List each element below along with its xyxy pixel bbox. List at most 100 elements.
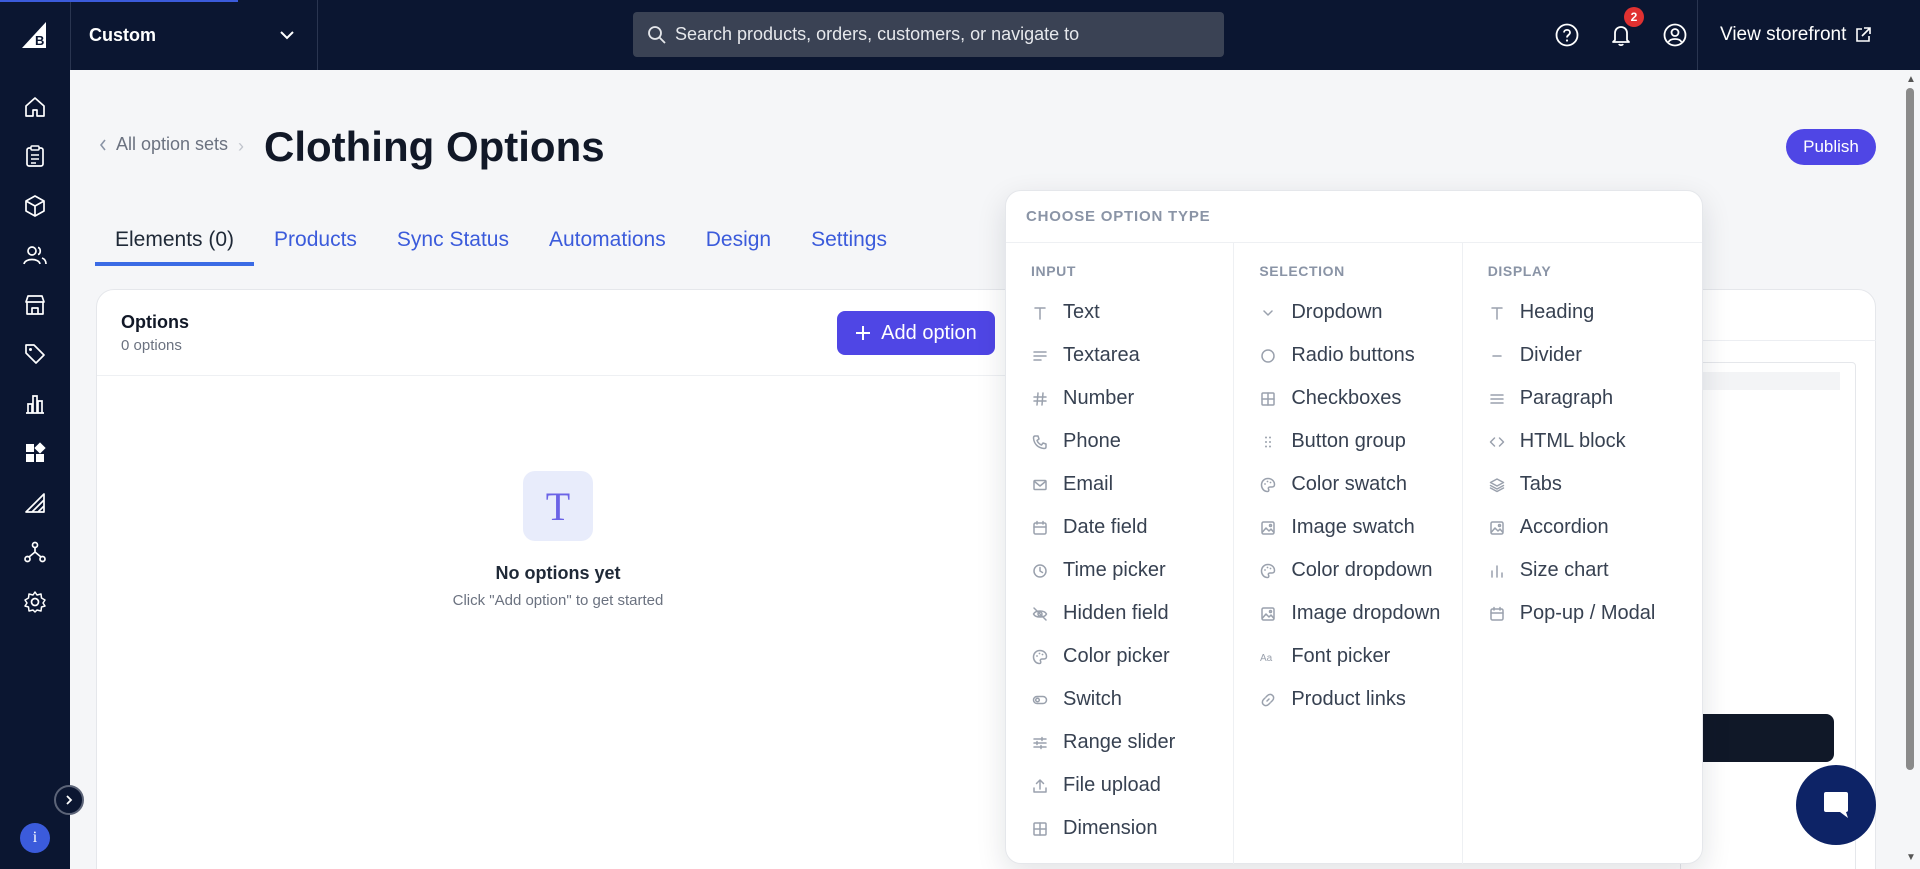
option-type-phone[interactable]: Phone — [1006, 420, 1233, 463]
tab-sync-status[interactable]: Sync Status — [377, 222, 529, 264]
option-type-dimension[interactable]: Dimension — [1006, 807, 1233, 850]
popover-columns: INPUT Text Textarea Number Phone Email Date fi… — [1006, 243, 1702, 864]
option-type-pop-up-modal[interactable]: Pop-up / Modal — [1463, 592, 1702, 635]
option-type-textarea[interactable]: Textarea — [1006, 334, 1233, 377]
search-icon — [647, 25, 667, 45]
option-type-html-block[interactable]: HTML block — [1463, 420, 1702, 463]
scroll-up-arrow-icon[interactable]: ▲ — [1906, 74, 1916, 85]
hash-icon — [1031, 390, 1049, 408]
empty-state-title: No options yet — [495, 563, 621, 583]
sidebar-item-home[interactable] — [0, 82, 70, 132]
option-type-button-group[interactable]: Button group — [1234, 420, 1461, 463]
option-type-label: Dropdown — [1291, 301, 1383, 323]
option-type-image-dropdown[interactable]: Image dropdown — [1234, 592, 1461, 635]
view-storefront-label: View storefront — [1720, 24, 1847, 45]
sidebar-item-apps[interactable] — [0, 429, 70, 479]
textarea-icon — [1031, 347, 1049, 365]
search-input[interactable] — [675, 24, 1195, 45]
publish-button[interactable]: Publish — [1786, 129, 1876, 165]
option-type-accordion[interactable]: Accordion — [1463, 506, 1702, 549]
option-type-time-picker[interactable]: Time picker — [1006, 549, 1233, 592]
breadcrumb[interactable]: All option sets — [98, 134, 228, 155]
sidebar-item-orders[interactable] — [0, 132, 70, 182]
chat-bubble-icon — [1824, 792, 1848, 818]
chat-launcher-button[interactable] — [1796, 765, 1876, 845]
tab-automations[interactable]: Automations — [529, 222, 686, 264]
store-switcher[interactable]: Custom — [70, 0, 318, 70]
option-type-label: Font picker — [1291, 645, 1391, 667]
account-icon[interactable] — [1648, 0, 1702, 70]
option-type-radio-buttons[interactable]: Radio buttons — [1234, 334, 1461, 377]
notification-badge: 2 — [1624, 7, 1644, 27]
option-type-date-field[interactable]: Date field — [1006, 506, 1233, 549]
option-type-file-upload[interactable]: File upload — [1006, 764, 1233, 807]
option-type-product-links[interactable]: Product links — [1234, 678, 1461, 721]
option-type-hidden-field[interactable]: Hidden field — [1006, 592, 1233, 635]
plus-icon — [856, 326, 871, 340]
option-type-image-swatch[interactable]: Image swatch — [1234, 506, 1461, 549]
tab-settings[interactable]: Settings — [791, 222, 907, 264]
options-title: Options — [121, 312, 189, 332]
palette-icon — [1259, 476, 1277, 494]
option-column-selection: SELECTION Dropdown Radio buttons Checkboxes… — [1234, 243, 1463, 864]
option-type-tabs[interactable]: Tabs — [1463, 463, 1702, 506]
page-title: Clothing Options — [264, 123, 605, 170]
option-type-label: File upload — [1063, 774, 1161, 796]
option-column-input: INPUT Text Textarea Number Phone Email Date fi… — [1006, 243, 1235, 864]
bell-icon[interactable]: 2 — [1594, 0, 1648, 70]
global-search[interactable] — [633, 12, 1224, 57]
option-type-color-swatch[interactable]: Color swatch — [1234, 463, 1461, 506]
external-link-icon — [1854, 26, 1872, 44]
option-type-text[interactable]: Text — [1006, 291, 1233, 334]
sidebar-item-storefront[interactable] — [0, 280, 70, 330]
sidebar-item-customers[interactable] — [0, 231, 70, 281]
option-type-label: Dimension — [1063, 817, 1158, 839]
option-type-dropdown[interactable]: Dropdown — [1234, 291, 1461, 334]
option-type-label: Range slider — [1063, 731, 1176, 753]
tab-design[interactable]: Design — [686, 222, 791, 264]
bigcommerce-logo[interactable]: B — [0, 0, 70, 70]
option-type-color-dropdown[interactable]: Color dropdown — [1234, 549, 1461, 592]
option-type-checkboxes[interactable]: Checkboxes — [1234, 377, 1461, 420]
view-storefront-link[interactable]: View storefront — [1697, 0, 1920, 70]
breadcrumb-label: All option sets — [116, 134, 229, 154]
option-type-range-slider[interactable]: Range slider — [1006, 721, 1233, 764]
sidebar-item-marketing[interactable] — [0, 330, 70, 380]
palette-icon — [1259, 562, 1277, 580]
option-type-number[interactable]: Number — [1006, 377, 1233, 420]
home-icon — [25, 96, 45, 117]
info-icon[interactable]: i — [20, 823, 50, 853]
option-type-switch[interactable]: Switch — [1006, 678, 1233, 721]
add-option-button[interactable]: Add option — [837, 311, 995, 355]
option-type-divider[interactable]: Divider — [1463, 334, 1702, 377]
option-type-color-picker[interactable]: Color picker — [1006, 635, 1233, 678]
option-type-heading[interactable]: Heading — [1463, 291, 1702, 334]
chevron-left-icon — [99, 139, 106, 150]
image-icon — [1259, 605, 1277, 623]
analytics-icon — [26, 394, 44, 414]
add-option-label: Add option — [881, 321, 977, 344]
tab-elements[interactable]: Elements (0) — [95, 222, 255, 266]
option-type-email[interactable]: Email — [1006, 463, 1233, 506]
option-type-label: Checkboxes — [1291, 387, 1402, 409]
scroll-down-arrow-icon[interactable]: ▼ — [1906, 852, 1916, 863]
option-type-label: Number — [1063, 387, 1135, 409]
palette-icon — [1031, 648, 1049, 666]
store-icon — [25, 294, 45, 315]
preview-placeholder-bar — [1690, 372, 1840, 390]
empty-state-subtitle: Click "Add option" to get started — [452, 592, 664, 609]
store-name: Custom — [89, 24, 156, 45]
tab-products[interactable]: Products — [254, 222, 377, 264]
apps-icon — [26, 442, 46, 463]
option-type-font-picker[interactable]: Aa Font picker — [1234, 635, 1461, 678]
help-icon[interactable] — [1540, 0, 1594, 70]
sidebar-item-channels[interactable] — [0, 478, 70, 528]
option-type-paragraph[interactable]: Paragraph — [1463, 377, 1702, 420]
sidebar-expand-button[interactable] — [54, 785, 84, 815]
sidebar-item-analytics[interactable] — [0, 379, 70, 429]
option-type-size-chart[interactable]: Size chart — [1463, 549, 1702, 592]
calendar-icon — [1031, 519, 1049, 537]
sidebar-item-products[interactable] — [0, 181, 70, 231]
image-icon — [1259, 519, 1277, 537]
scrollbar-thumb[interactable] — [1906, 88, 1914, 770]
